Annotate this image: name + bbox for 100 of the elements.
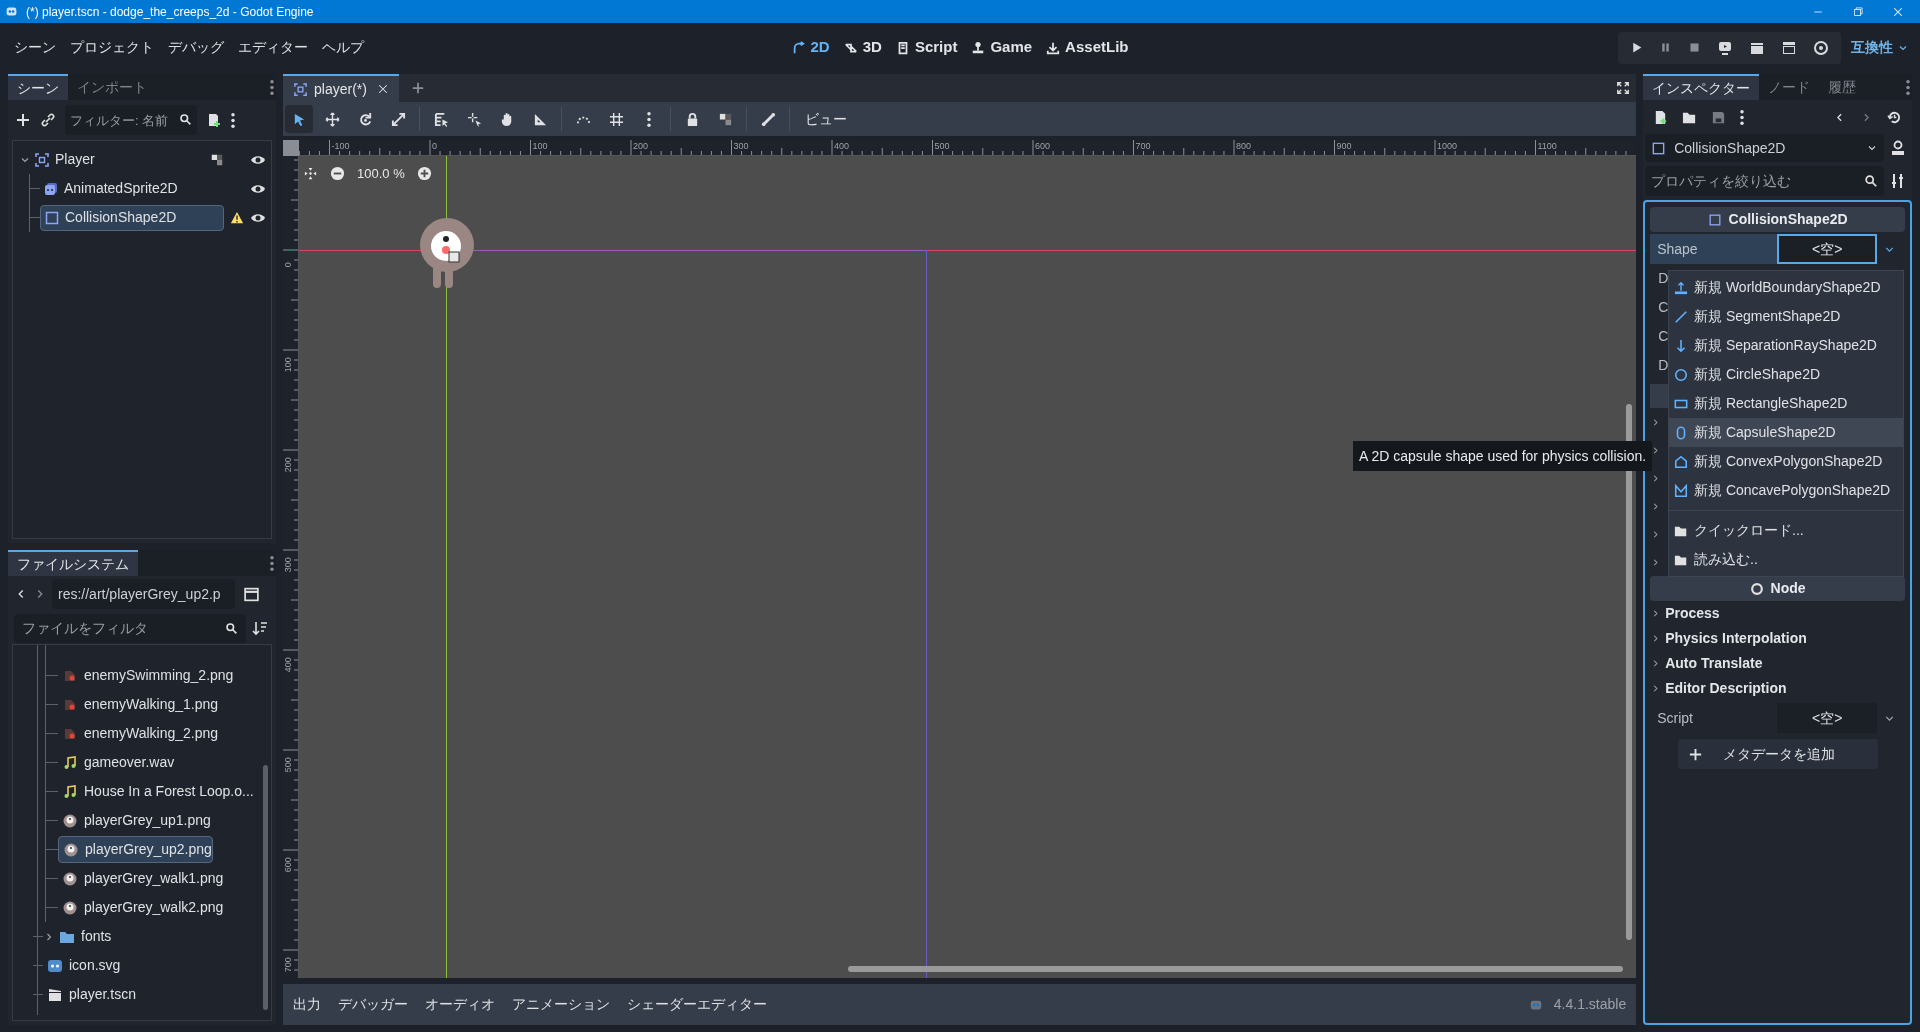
history-icon[interactable]	[1887, 109, 1902, 125]
filter-field[interactable]: プロパティを絞り込む	[1645, 166, 1884, 196]
file-item[interactable]: playerGrey_up1.png	[58, 807, 211, 834]
sort-icon[interactable]	[252, 620, 268, 636]
property-group[interactable]: Auto Translate	[1650, 651, 1905, 676]
version-label[interactable]: 4.4.1.stable	[1553, 994, 1635, 1015]
link-icon[interactable]	[40, 112, 56, 128]
scene-tab[interactable]: player(*)	[283, 74, 399, 102]
dock-tab[interactable]: 履歴	[1819, 74, 1866, 100]
film-reel-icon[interactable]	[1813, 39, 1829, 56]
workspace-tab[interactable]: AssetLib	[1046, 36, 1129, 59]
dock-tab[interactable]: ノード	[1759, 74, 1820, 100]
menu-item[interactable]: シーン	[7, 37, 63, 58]
dock-tab[interactable]: シーン	[8, 74, 68, 100]
property-group[interactable]: Physics Interpolation	[1650, 626, 1905, 651]
node-label: CollisionShape2D	[65, 208, 177, 227]
menu-item[interactable]: プロジェクト	[63, 37, 161, 58]
add-metadata-button[interactable]: メタデータを追加	[1677, 739, 1878, 769]
panel-tab[interactable]: デバッガー	[330, 994, 416, 1015]
menu-item[interactable]: クイックロード...	[1669, 516, 1903, 545]
close-icon[interactable]	[376, 83, 389, 95]
add-tab-icon[interactable]	[410, 81, 425, 95]
file-item[interactable]: enemyWalking_1.png	[58, 691, 219, 718]
tooltip: A 2D capsule shape used for physics collision.	[1353, 441, 1653, 471]
workspace-tab[interactable]: Game	[971, 36, 1033, 59]
file-item[interactable]: playerGrey_walk1.png	[58, 865, 224, 892]
doc-icon[interactable]	[1890, 140, 1906, 156]
menu-item[interactable]: エディター	[231, 37, 315, 58]
zoom-in-icon[interactable]	[416, 166, 432, 182]
file-item[interactable]: fonts	[55, 923, 112, 950]
menu-item[interactable]: 読み込む..	[1669, 545, 1903, 574]
add-icon[interactable]	[15, 112, 31, 128]
dock-tab[interactable]: インスペクター	[1643, 74, 1760, 100]
grid-icon[interactable]	[210, 152, 224, 167]
file-item[interactable]: player.tscn	[43, 981, 136, 1008]
file-item[interactable]: enemySwimming_2.png	[58, 662, 234, 689]
dock-tab[interactable]: インポート	[68, 74, 156, 100]
select-tool[interactable]	[285, 105, 313, 133]
center-view-icon[interactable]	[303, 166, 318, 182]
more-icon[interactable]	[231, 112, 235, 128]
menu-item[interactable]: 新規 SegmentShape2D	[1669, 302, 1903, 331]
warning-icon[interactable]	[230, 210, 244, 225]
panel-tab[interactable]: シェーダーエディター	[619, 994, 775, 1015]
tree-item[interactable]: Player	[31, 146, 210, 173]
workspace-tab[interactable]: 3D	[843, 36, 882, 59]
zoom-out-icon[interactable]	[330, 166, 345, 182]
more-icon[interactable]	[270, 555, 274, 571]
menu-item[interactable]: 新規 ConvexPolygonShape2D	[1669, 447, 1903, 476]
file-item[interactable]: gameover.wav	[58, 749, 175, 776]
maximize-icon[interactable]	[1852, 5, 1864, 18]
joystick-icon	[971, 40, 986, 55]
file-item[interactable]: playerGrey_walk2.png	[58, 894, 224, 921]
fullscreen-icon[interactable]	[1616, 81, 1631, 95]
file-item[interactable]: playerGrey_up2.png	[58, 836, 213, 863]
workspace-tab[interactable]: Script	[895, 36, 958, 59]
property-tools-icon[interactable]	[1890, 173, 1906, 189]
menu-item[interactable]: 新規 RectangleShape2D	[1669, 389, 1903, 418]
file-item[interactable]: House In a Forest Loop.o...	[58, 778, 254, 805]
scrollbar-thumb[interactable]	[848, 966, 1623, 972]
stop-icon[interactable]	[1688, 41, 1701, 54]
menu-item[interactable]: 新規 CapsuleShape2D	[1669, 418, 1903, 447]
node-selector[interactable]: CollisionShape2D	[1645, 134, 1884, 162]
renderer-dropdown[interactable]: 互換性	[1851, 37, 1913, 58]
menu-item[interactable]: 新規 ConcavePolygonShape2D	[1669, 476, 1903, 505]
workspace-tab[interactable]: 2D	[791, 36, 830, 59]
property-group[interactable]: Editor Description	[1650, 676, 1905, 701]
menu-item[interactable]: ヘルプ	[315, 37, 371, 58]
tree-item[interactable]: AnimatedSprite2D	[40, 175, 224, 202]
close-icon[interactable]	[1892, 5, 1904, 18]
zoom-level[interactable]: 100.0 %	[357, 164, 405, 184]
more-icon[interactable]	[270, 79, 274, 95]
panel-tab[interactable]: 出力	[285, 994, 329, 1015]
property-group[interactable]: Process	[1650, 601, 1905, 626]
play-icon[interactable]	[1630, 41, 1643, 54]
filter-field[interactable]: ファイルをフィルタ	[14, 613, 246, 643]
split-view-icon[interactable]	[243, 585, 260, 603]
save-icon[interactable]	[1711, 109, 1727, 125]
menu-item[interactable]: 新規 WorldBoundaryShape2D	[1669, 273, 1903, 302]
file-item[interactable]: icon.svg	[43, 952, 121, 979]
more-icon[interactable]	[1906, 79, 1910, 95]
resource-picker[interactable]: <空>	[1777, 703, 1878, 733]
menu-item[interactable]: 新規 SeparationRayShape2D	[1669, 331, 1903, 360]
panel-tab[interactable]: オーディオ	[417, 994, 503, 1015]
menu-item[interactable]: デバッグ	[161, 37, 231, 58]
path-field[interactable]: res://art/playerGrey_up2.p	[52, 579, 235, 609]
clapperboard-icon[interactable]	[1781, 39, 1797, 56]
dock-tab[interactable]: ファイルシステム	[8, 550, 138, 576]
new-resource-icon[interactable]	[1653, 109, 1669, 125]
menu-item[interactable]: 新規 CircleShape2D	[1669, 360, 1903, 389]
attach-script-icon[interactable]	[206, 112, 222, 128]
resource-picker[interactable]: <空>	[1777, 234, 1878, 264]
view-menu[interactable]: ビュー	[797, 108, 855, 130]
scrollbar-thumb[interactable]	[263, 765, 268, 1010]
more-icon[interactable]	[1740, 109, 1745, 125]
panel-tab[interactable]: アニメーション	[504, 994, 618, 1015]
monitor-icon[interactable]	[1717, 39, 1733, 56]
pause-icon[interactable]	[1659, 41, 1672, 54]
tree-item[interactable]: CollisionShape2D	[40, 204, 224, 231]
filter-field[interactable]: フィルター: 名前	[65, 105, 197, 135]
file-item[interactable]: enemyWalking_2.png	[58, 720, 219, 747]
